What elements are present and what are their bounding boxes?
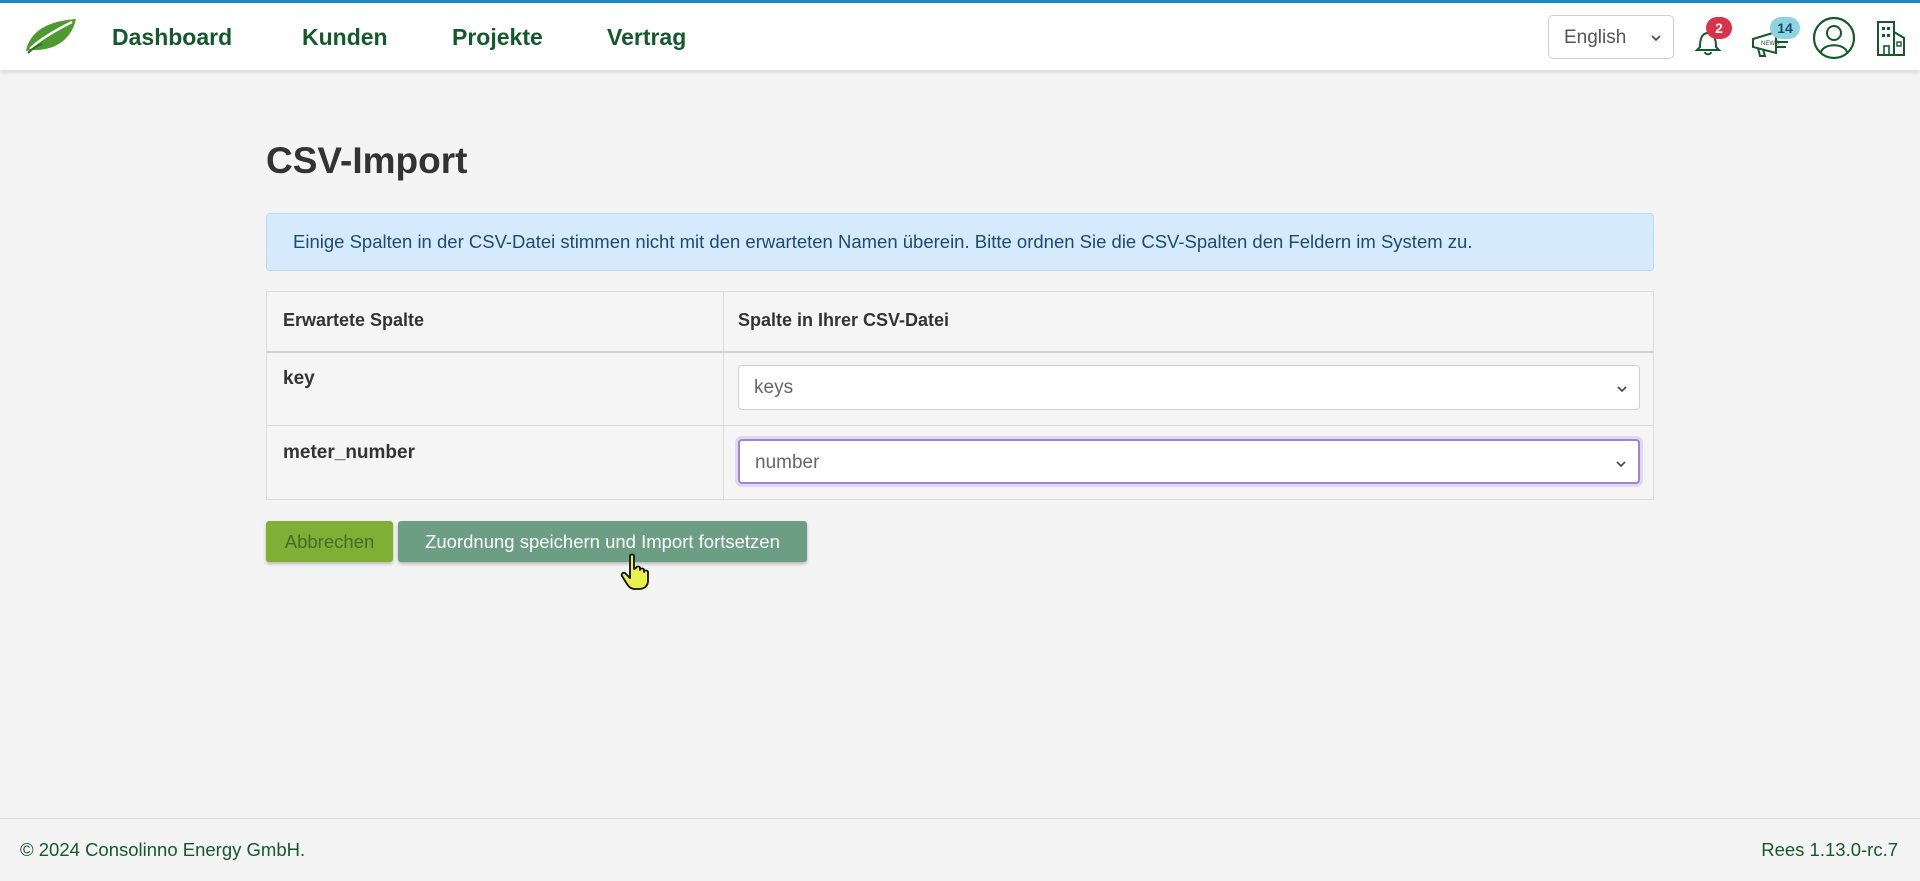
page-title: CSV-Import (266, 140, 468, 181)
top-navbar: Dashboard Kunden Projekte Vertrag Englis… (0, 3, 1920, 70)
hand-pointer-icon (620, 553, 649, 590)
user-avatar-icon (1812, 16, 1856, 60)
table-header-row: Erwartete Spalte Spalte in Ihrer CSV-Dat… (267, 292, 1653, 353)
table-row: meter_number number (267, 425, 1653, 499)
page-footer: © 2024 Consolinno Energy GmbH. Rees 1.13… (0, 818, 1920, 881)
notifications-badge: 2 (1706, 17, 1732, 39)
notifications-button[interactable]: 2 (1690, 17, 1734, 59)
csv-column-value: number (755, 452, 820, 473)
column-divider (723, 292, 724, 499)
nav-projekte[interactable]: Projekte (452, 24, 543, 51)
save-mapping-button[interactable]: Zuordnung speichern und Import fortsetze… (398, 521, 807, 562)
chevron-down-icon (1651, 35, 1661, 42)
news-label: NEWS (1761, 41, 1779, 47)
building-button[interactable] (1875, 18, 1907, 58)
language-value: English (1564, 27, 1627, 48)
chevron-down-icon (1617, 386, 1627, 393)
nav-vertrag[interactable]: Vertrag (607, 24, 686, 51)
expected-column-name: meter_number (283, 442, 415, 463)
csv-column-select[interactable]: number (738, 439, 1640, 484)
header-expected-column: Erwartete Spalte (283, 310, 425, 330)
news-button[interactable]: NEWS 14 (1750, 15, 1802, 59)
version-text: Rees 1.13.0-rc.7 (1761, 839, 1898, 860)
user-menu-button[interactable] (1812, 16, 1856, 60)
language-select[interactable]: English (1548, 15, 1674, 59)
csv-column-select[interactable]: keys (738, 365, 1640, 410)
nav-dashboard[interactable]: Dashboard (112, 24, 232, 51)
news-badge: 14 (1770, 17, 1800, 39)
expected-column-name: key (283, 368, 315, 389)
leaf-logo-icon[interactable] (24, 17, 78, 55)
cancel-button[interactable]: Abbrechen (266, 521, 393, 562)
chevron-down-icon (1616, 461, 1626, 468)
header-csv-column: Spalte in Ihrer CSV-Datei (738, 310, 950, 330)
table-row: key keys (267, 351, 1653, 426)
csv-column-value: keys (754, 377, 794, 398)
info-alert: Einige Spalten in der CSV-Datei stimmen … (266, 213, 1654, 271)
column-mapping-table: Erwartete Spalte Spalte in Ihrer CSV-Dat… (266, 291, 1654, 500)
building-icon (1877, 21, 1905, 56)
copyright-text: © 2024 Consolinno Energy GmbH. (20, 839, 306, 860)
nav-kunden[interactable]: Kunden (302, 24, 388, 51)
